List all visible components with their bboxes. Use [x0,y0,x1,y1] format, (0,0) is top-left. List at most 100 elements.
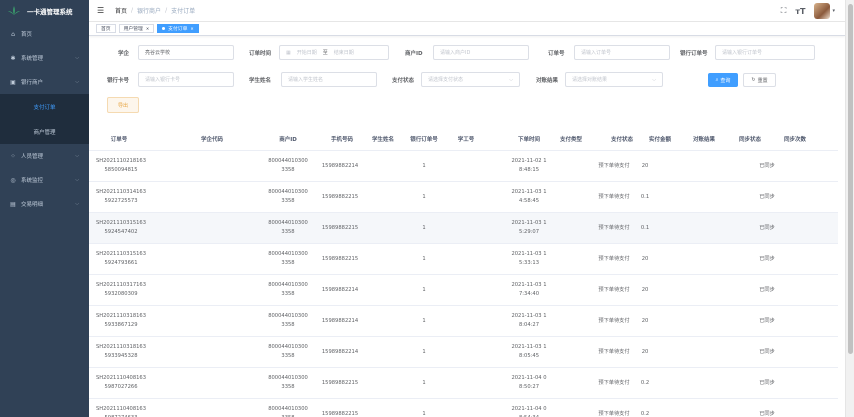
sidebar-item-label: 人员管理 [21,154,44,160]
cell-order-no: SH2021110315163 5924547402 [95,220,147,235]
column-header: 银行订单号 [410,137,438,143]
column-header: 学生姓名 [371,137,394,143]
column-header: 订单号 [110,137,128,143]
bank-icon: ▣ [10,78,16,86]
font-size-icon[interactable]: тT [795,7,805,16]
cell-amount: 0.2 [640,379,650,386]
orders-table: 订单号 学企代码 商户ID 手机号码 学生姓名 银行订单号 学工号 下单时间 支付类型 支付状态实… [89,131,838,417]
cell-amount: 20 [641,286,649,293]
table-row[interactable]: SH20211104081635987274633 800044010300335… [89,399,838,417]
table-row[interactable]: SH2021110315163 5924793661 800044010300 335… [89,244,838,275]
cell-bank-order: 1 [422,348,426,355]
export-button[interactable]: 导出 [107,97,139,113]
cell-merchant-id: 8000440103003358 [268,220,308,235]
close-icon[interactable]: ✕ [146,26,149,31]
cell-phone: 15989882215 [321,410,359,417]
reconcile-label: 对账结果 [536,78,559,84]
table-row[interactable]: SH2021110318163 5933945328 800044010300 335… [89,337,838,368]
sidebar-subitem-merchant[interactable]: 商户管理 [0,119,89,144]
cell-sync-status: 已同步 [759,348,775,355]
sidebar-item-label: 系统监控 [21,178,44,184]
cell-merchant-id: 8000440103003358 [268,313,308,328]
cell-sync-status: 已同步 [759,317,775,324]
navbar: ☰ 首页 / 银行商户 / 支付订单 ⛶ тT ▾ [89,0,845,22]
cell-bank-order: 1 [422,162,426,169]
search-button[interactable]: ⌕ 查询 [708,73,738,87]
cell-order-time: 2021-11-03 1 5:29:07 [511,220,547,235]
tag-pay-order[interactable]: 支付订单 ✕ [157,24,199,33]
sidebar-item-bank[interactable]: ▣ 银行商户 ⌵ [0,70,89,94]
avatar[interactable] [814,3,831,19]
tag-home[interactable]: 首页 [96,24,116,33]
bank-card-input[interactable]: 请输入银行卡号 [138,72,234,87]
cell-phone: 15989882214 [321,317,359,324]
chevron-down-icon: ⌵ [509,76,513,83]
column-header: 手机号码 [330,137,353,143]
cell-order-no: SH20211104081635987274633 [95,406,147,417]
table-row[interactable]: SH2021110318163 5933867129 800044010300 335… [89,306,838,337]
order-time-label: 订单时间 [249,51,272,57]
reset-button[interactable]: ↻ 重置 [743,73,776,87]
merchant-id-input[interactable]: 请输入商户ID [433,45,529,60]
breadcrumb-current: 支付订单 [171,8,196,15]
bank-order-input[interactable]: 请输入银行订单号 [715,45,815,60]
table-row[interactable]: SH2021110315163 5924547402 800044010300 335… [89,213,838,244]
sidebar-item-monitor[interactable]: ◎ 系统监控 ⌵ [0,168,89,192]
cell-bank-order: 1 [422,286,426,293]
sidebar-item-label: 首页 [21,32,33,38]
order-no-input[interactable]: 请输入订单号 [574,45,670,60]
app-logo[interactable]: 一卡通管理系统 [0,0,89,22]
tags-view: 首页 用户管理 ✕ 支付订单 ✕ [89,22,845,36]
cell-bank-order: 1 [422,255,426,262]
sidebar-subitem-pay-order[interactable]: 支付订单 [0,94,89,119]
table-row[interactable]: SH2021110314163 5922725573 800044010300 335… [89,182,838,213]
chevron-down-icon: ⌵ [75,153,79,159]
sidebar-item-gear[interactable]: ✱ 系统管理 ⌵ [0,46,89,70]
close-icon[interactable]: ✕ [190,26,193,31]
breadcrumb: 首页 / 银行商户 / 支付订单 [115,6,196,15]
page-scrollbar[interactable] [845,0,854,417]
cell-merchant-id: 8000440103003358 [268,344,308,359]
document-icon: ▤ [10,200,16,208]
cell-order-time: 2021-11-03 1 8:04:27 [511,313,547,328]
column-header: 实付金额 [648,137,671,143]
chevron-down-icon: ⌵ [75,177,79,183]
cell-order-time: 2021-11-03 1 4:58:45 [511,189,547,204]
gear-icon: ✱ [10,54,16,62]
cell-phone: 15989882215 [321,224,359,231]
cell-amount: 20 [641,255,649,262]
cell-amount: 0.1 [640,224,650,231]
pay-status-select[interactable]: 请选择支付状态 ⌵ [421,72,520,87]
chevron-down-icon: ⌵ [75,79,79,85]
hamburger-icon[interactable]: ☰ [97,6,107,15]
table-row[interactable]: SH2021110408163 5987027266 800044010300 335… [89,368,838,399]
cell-sync-status: 已同步 [759,224,775,231]
sidebar-item-home[interactable]: ⌂ 首页 [0,22,89,46]
school-input[interactable]: 亮谷云学校 [138,45,234,60]
fullscreen-icon[interactable]: ⛶ [781,6,787,16]
column-header: 支付类型 [559,137,582,143]
date-range-picker[interactable]: ▦ 开始日期 至 结束日期 [279,45,389,60]
column-header: 同步次数 [783,137,806,143]
sidebar: 一卡通管理系统 ⌂ 首页 ✱ 系统管理 ⌵ ▣ 银行商户 ⌵ 支付订单 商户管理 ⁘ 人员管理 ⌵ ◎ 系统… [0,0,89,417]
chevron-down-icon[interactable]: ▾ [832,8,835,14]
table-row[interactable]: SH2021110218163 5850094815 800044010300 335… [89,151,838,182]
bank-card-label: 银行卡号 [107,78,130,84]
leaf-logo-icon [8,6,20,16]
cell-order-no: SH2021110315163 5924793661 [95,251,147,266]
sidebar-item-document[interactable]: ▤ 交易明细 ⌵ [0,192,89,216]
table-row[interactable]: SH2021110317163 5932080309 800044010300 335… [89,275,838,306]
home-icon: ⌂ [11,30,15,38]
sidebar-item-people[interactable]: ⁘ 人员管理 ⌵ [0,144,89,168]
student-name-input[interactable]: 请输入学生姓名 [281,72,377,87]
column-header: 学企代码 [200,137,223,143]
cell-order-no: SH2021110314163 5922725573 [95,189,147,204]
table-header: 订单号 学企代码 商户ID 手机号码 学生姓名 银行订单号 学工号 下单时间 支付类型 支付状态实… [89,131,838,151]
reconcile-select[interactable]: 请选择对账结果 ⌵ [565,72,663,87]
cell-order-time: 2021-11-03 1 5:33:13 [511,251,547,266]
tag-user-manage[interactable]: 用户管理 ✕ [118,24,155,33]
pay-status-label: 支付状态 [392,78,415,84]
breadcrumb-home[interactable]: 首页 [115,6,127,15]
cell-amount: 0.2 [640,410,650,417]
cell-bank-order: 1 [422,410,426,417]
